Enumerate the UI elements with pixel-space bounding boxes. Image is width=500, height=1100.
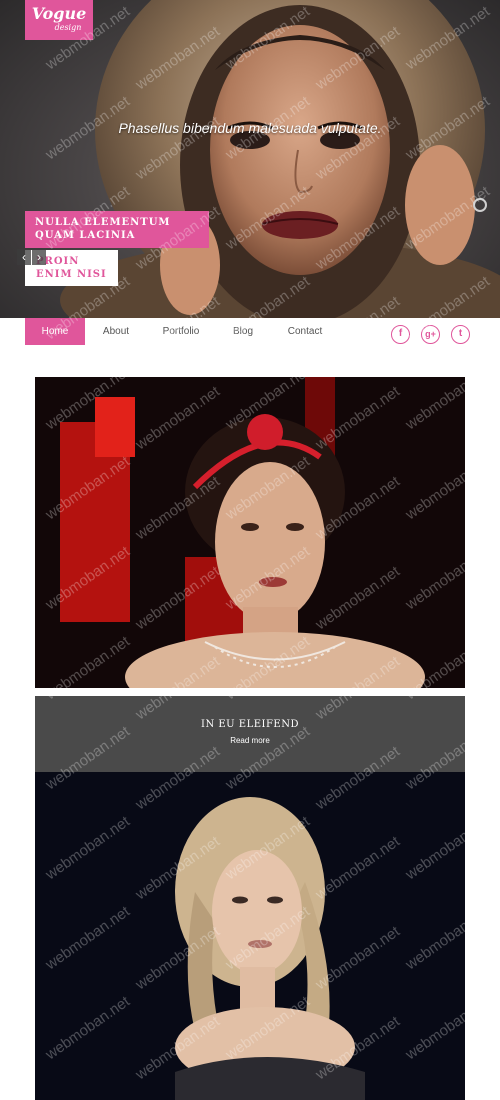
google-plus-icon[interactable]: g+ [421,325,440,344]
facebook-icon[interactable]: f [391,325,410,344]
model-photo [35,772,465,1100]
hero-slider: Vogue design Phasellus bibendum malesuad… [0,0,500,318]
nav-item-contact[interactable]: Contact [280,318,330,345]
nav-item-home[interactable]: Home [25,318,85,345]
site-logo[interactable]: Vogue design [25,0,93,40]
banner-line: ENIM NISI [36,269,107,280]
nav-item-portfolio[interactable]: Portfolio [155,318,207,345]
nav-item-blog[interactable]: Blog [225,318,261,345]
gallery-photo-1[interactable] [35,377,465,688]
banner-line: NULLA ELEMENTUM [35,217,171,228]
nav-item-about[interactable]: About [95,318,137,345]
prev-arrow-icon[interactable]: ‹ [17,249,31,265]
next-arrow-icon[interactable]: › [32,249,46,265]
slider-arrows: ‹ › [17,249,47,265]
logo-subtext: design [54,23,82,32]
post-card: IN EU ELEIFEND Read more [35,696,465,772]
twitter-icon[interactable]: t [451,325,470,344]
hero-banner-primary[interactable]: NULLA ELEMENTUM QUAM LACINIA [25,211,209,248]
model-photo [35,377,465,688]
logo-text: Vogue [31,4,87,23]
read-more-link[interactable]: Read more [230,736,270,745]
hero-caption-text: Phasellus bibendum malesuada vulputate. [118,120,382,136]
banner-line: PROIN [36,256,80,267]
hero-caption: Phasellus bibendum malesuada vulputate. [0,120,500,136]
gallery-photo-2[interactable] [35,772,465,1100]
banner-line: QUAM LACINIA [35,230,136,241]
main-nav: Home About Portfolio Blog Contact f g+ t [0,318,500,358]
post-title: IN EU ELEIFEND [201,719,299,730]
